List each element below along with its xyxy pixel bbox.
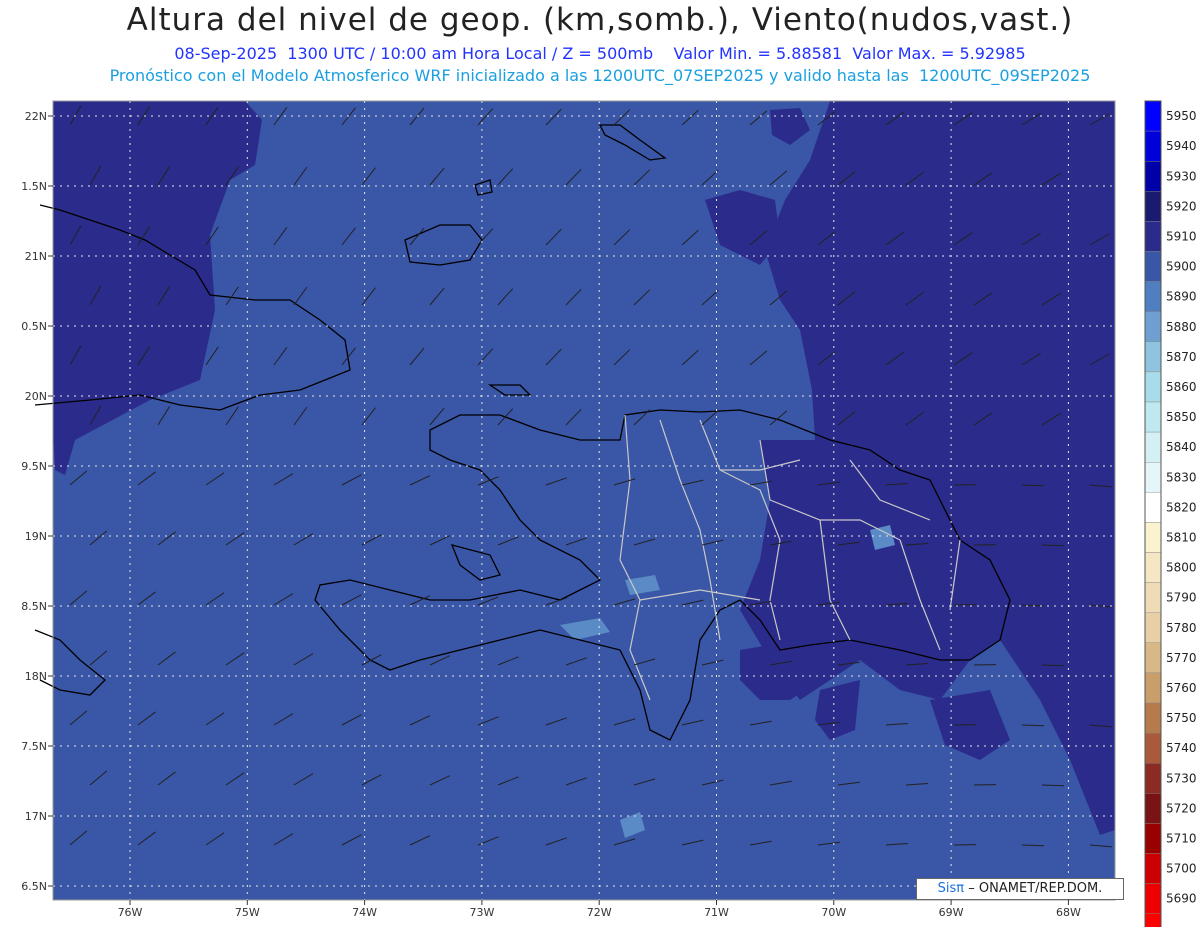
colorbar-swatch [1144,883,1162,914]
credit-text: – ONAMET/REP.DOM. [968,881,1103,896]
lat-label: 18N [25,670,47,683]
colorbar-swatch [1144,522,1162,553]
colorbar-swatch [1144,281,1162,312]
colorbar-swatch [1144,582,1162,613]
colorbar-swatch [1144,431,1162,463]
colorbar-label: 5900 [1166,260,1197,274]
colorbar-label: 5790 [1166,591,1197,605]
colorbar-label: 5710 [1166,832,1197,846]
colorbar-swatch [1144,642,1162,674]
colorbar-swatch [1144,492,1162,523]
colorbar-label: 5940 [1166,139,1197,153]
colorbar-label: 5840 [1166,440,1197,454]
colorbar-label: 5950 [1166,109,1197,123]
colorbar-label: 5740 [1166,741,1197,755]
colorbar-label: 5890 [1166,290,1197,304]
lat-label: 6.5N [21,880,47,893]
colorbar-swatch [1144,251,1162,282]
colorbar-swatch [1144,763,1162,794]
colorbar-label: 5880 [1166,320,1197,334]
colorbar-swatch [1144,160,1162,192]
colorbar-swatch [1144,401,1162,433]
lat-label: 0.5N [21,320,47,333]
colorbar-label: 5750 [1166,711,1197,725]
latitude-labels: 22N 1.5N 21N 0.5N 20N 9.5N 19N 8.5N 18N 7.5N 17N 6.… [21,110,53,893]
colorbar-label: 5730 [1166,771,1197,785]
colorbar-swatch [1144,913,1162,927]
colorbar-swatch [1144,371,1162,403]
colorbar-label: 5720 [1166,801,1197,815]
colorbar-swatch [1144,853,1162,884]
colorbar-swatch [1144,552,1162,583]
longitude-labels: 76W 75W 74W 73W 72W 71W 70W 69W 68W [118,900,1081,919]
colorbar-swatch [1144,130,1162,162]
colorbar-swatch [1144,672,1162,704]
lon-label: 69W [939,906,964,919]
colorbar-swatch [1144,793,1162,824]
colorbar-swatch [1144,191,1162,222]
colorbar-label: 5760 [1166,681,1197,695]
colorbar-label: 5830 [1166,470,1197,484]
colorbar-swatch [1144,702,1162,734]
colorbar-swatch [1144,612,1162,644]
lon-label: 73W [469,906,494,919]
colorbar-label: 5810 [1166,531,1197,545]
colorbar-label: 5780 [1166,621,1197,635]
lon-label: 68W [1056,906,1081,919]
colorbar-swatch [1144,823,1162,854]
colorbar-label: 5700 [1166,862,1197,876]
colorbar-label: 5930 [1166,169,1197,183]
colorbar-label: 5870 [1166,350,1197,364]
colorbar-swatch [1144,100,1162,132]
lat-label: 9.5N [21,460,47,473]
lon-label: 75W [235,906,260,919]
lat-label: 19N [25,530,47,543]
lon-label: 71W [704,906,729,919]
colorbar-label: 5910 [1166,230,1197,244]
lat-label: 21N [25,250,47,263]
colorbar-label: 5850 [1166,410,1197,424]
colorbar-label: 5860 [1166,380,1197,394]
lat-label: 22N [25,110,47,123]
colorbar-label: 5820 [1166,500,1197,514]
colorbar-label: 5690 [1166,892,1197,906]
credit-brand: Sisπ [937,881,965,896]
weather-map: 22N 1.5N 21N 0.5N 20N 9.5N 19N 8.5N 18N 7.5N 17N 6.… [21,100,1197,927]
lon-label: 74W [352,906,377,919]
lat-label: 17N [25,810,47,823]
lat-label: 7.5N [21,740,47,753]
colorbar-swatch [1144,311,1162,343]
credit-box: Sisπ – ONAMET/REP.DOM. [916,878,1124,900]
colorbar-label: 5800 [1166,561,1197,575]
colorbar-swatch [1144,732,1162,764]
lat-label: 20N [25,390,47,403]
colorbar: 5950 5940 5930 5920 5910 5900 5890 5880 5870 5860… [1144,100,1197,927]
colorbar-swatch [1144,221,1162,252]
colorbar-label: 5770 [1166,651,1197,665]
lon-label: 76W [118,906,143,919]
lat-label: 8.5N [21,600,47,613]
colorbar-swatch [1144,462,1162,493]
colorbar-label: 5920 [1166,199,1197,213]
colorbar-swatch [1144,341,1162,373]
lon-label: 72W [587,906,612,919]
lon-label: 70W [821,906,846,919]
lat-label: 1.5N [21,180,47,193]
